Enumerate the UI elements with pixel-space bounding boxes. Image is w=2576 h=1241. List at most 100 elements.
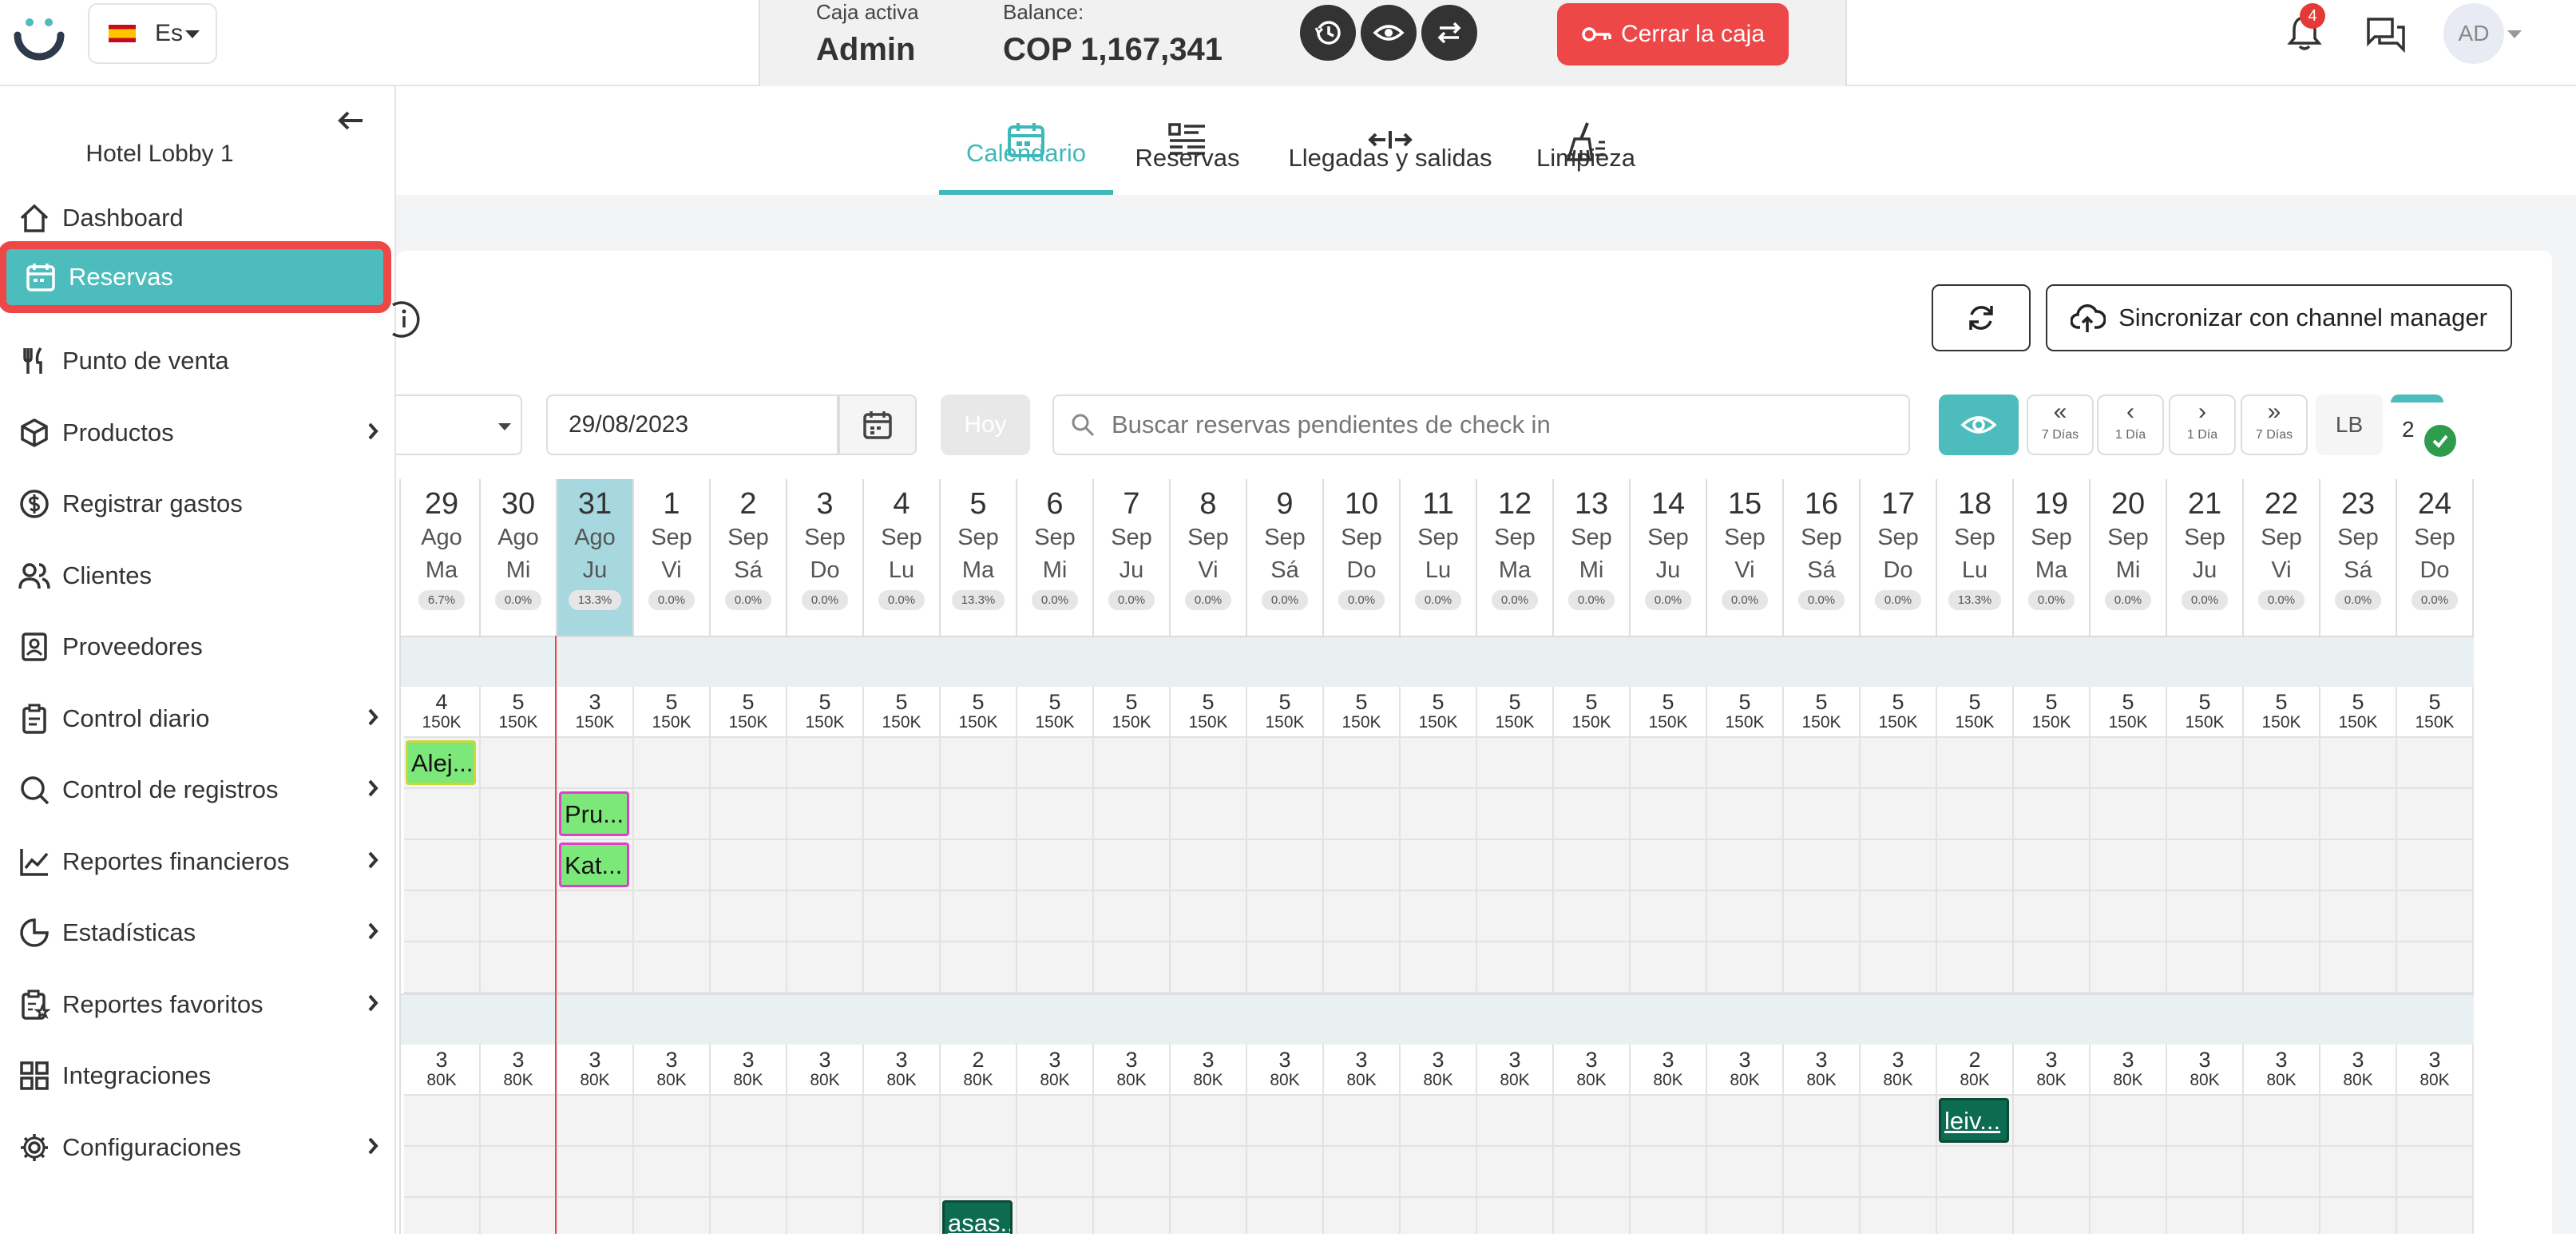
- room-day-cell[interactable]: [2244, 738, 2320, 789]
- room-day-cell[interactable]: [787, 1198, 864, 1234]
- tab-limpieza[interactable]: Limpieza: [1522, 102, 1650, 195]
- room-day-cell[interactable]: [2244, 1198, 2320, 1234]
- room-day-cell[interactable]: [2167, 1198, 2244, 1234]
- room-day-cell[interactable]: [634, 891, 711, 942]
- view-button[interactable]: [1361, 5, 1417, 61]
- room-day-cell[interactable]: [1784, 738, 1861, 789]
- room-day-cell[interactable]: [2167, 942, 2244, 993]
- day-header[interactable]: 3 Sep Do 0.0%: [787, 479, 864, 636]
- day-header[interactable]: 6 Sep Mi 0.0%: [1017, 479, 1094, 636]
- room-day-cell[interactable]: [1401, 789, 1477, 840]
- tab-calendario[interactable]: Calendario: [939, 102, 1113, 195]
- room-day-cell[interactable]: [864, 1147, 941, 1198]
- room-day-cell[interactable]: [1937, 1198, 2014, 1234]
- room-day-cell[interactable]: [2091, 1198, 2167, 1234]
- room-type-select[interactable]: [396, 395, 522, 455]
- room-day-cell[interactable]: [1324, 1096, 1401, 1147]
- room-day-cell[interactable]: [787, 840, 864, 891]
- room-day-cell[interactable]: [1631, 738, 1707, 789]
- room-day-cell[interactable]: [1477, 1147, 1554, 1198]
- room-day-cell[interactable]: [1017, 840, 1094, 891]
- room-day-cell[interactable]: [1094, 789, 1171, 840]
- room-day-cell[interactable]: [1861, 942, 1937, 993]
- room-day-cell[interactable]: [481, 1096, 557, 1147]
- room-day-cell[interactable]: [481, 942, 557, 993]
- room-day-cell[interactable]: [481, 1147, 557, 1198]
- tab-reservas[interactable]: Reservas: [1115, 102, 1260, 195]
- room-day-cell[interactable]: [1324, 840, 1401, 891]
- room-day-cell[interactable]: [1477, 738, 1554, 789]
- room-day-cell[interactable]: [2091, 942, 2167, 993]
- room-day-cell[interactable]: [1017, 1147, 1094, 1198]
- day-header[interactable]: 19 Sep Ma 0.0%: [2014, 479, 2091, 636]
- room-day-cell[interactable]: [2091, 891, 2167, 942]
- room-day-cell[interactable]: [634, 738, 711, 789]
- back-1-day-button[interactable]: ‹ 1 Día: [2097, 395, 2164, 455]
- room-day-cell[interactable]: [1247, 1147, 1324, 1198]
- room-day-cell[interactable]: [2167, 738, 2244, 789]
- room-day-cell[interactable]: [941, 1096, 1017, 1147]
- room-day-cell[interactable]: [1861, 1147, 1937, 1198]
- room-day-cell[interactable]: [2320, 789, 2397, 840]
- room-day-cell[interactable]: [1401, 1147, 1477, 1198]
- room-day-cell[interactable]: [864, 789, 941, 840]
- room-day-cell[interactable]: [1707, 1198, 1784, 1234]
- room-day-cell[interactable]: [2397, 840, 2474, 891]
- room-day-cell[interactable]: [1401, 942, 1477, 993]
- room-day-cell[interactable]: [1094, 1147, 1171, 1198]
- day-header[interactable]: 21 Sep Ju 0.0%: [2167, 479, 2244, 636]
- day-header[interactable]: 30 Ago Mi 0.0%: [481, 479, 557, 636]
- room-day-cell[interactable]: [2320, 1096, 2397, 1147]
- room-day-cell[interactable]: [1707, 738, 1784, 789]
- room-day-cell[interactable]: [1401, 1096, 1477, 1147]
- room-day-cell[interactable]: [941, 1147, 1017, 1198]
- room-day-cell[interactable]: [1171, 942, 1247, 993]
- chevron-down-icon[interactable]: [2507, 30, 2522, 38]
- room-day-cell[interactable]: [1094, 1096, 1171, 1147]
- day-header[interactable]: 4 Sep Lu 0.0%: [864, 479, 941, 636]
- room-day-cell[interactable]: [2014, 1198, 2091, 1234]
- room-day-cell[interactable]: [941, 942, 1017, 993]
- room-day-cell[interactable]: [1784, 789, 1861, 840]
- room-day-cell[interactable]: [404, 840, 481, 891]
- sidebar-item-reportes-financieros[interactable]: Reportes financieros: [0, 829, 396, 894]
- day-header[interactable]: 2 Sep Sá 0.0%: [711, 479, 787, 636]
- room-day-cell[interactable]: [1784, 1147, 1861, 1198]
- room-day-cell[interactable]: [481, 738, 557, 789]
- room-day-cell[interactable]: [1631, 840, 1707, 891]
- day-header[interactable]: 7 Sep Ju 0.0%: [1094, 479, 1171, 636]
- room-day-cell[interactable]: [404, 891, 481, 942]
- room-day-cell[interactable]: [2397, 1096, 2474, 1147]
- room-day-cell[interactable]: [1401, 1198, 1477, 1234]
- room-day-cell[interactable]: [1554, 1198, 1631, 1234]
- reservation-block[interactable]: leiv...: [1939, 1098, 2009, 1143]
- room-day-cell[interactable]: [1094, 942, 1171, 993]
- room-day-cell[interactable]: [711, 942, 787, 993]
- room-day-cell[interactable]: [1784, 1096, 1861, 1147]
- reservation-block[interactable]: Pru...: [559, 791, 629, 836]
- room-day-cell[interactable]: [2320, 840, 2397, 891]
- room-day-cell[interactable]: [1401, 738, 1477, 789]
- room-day-cell[interactable]: [481, 789, 557, 840]
- reservation-block[interactable]: Kat...: [559, 843, 629, 887]
- room-day-cell[interactable]: [481, 891, 557, 942]
- room-day-cell[interactable]: [634, 942, 711, 993]
- room-day-cell[interactable]: [2320, 738, 2397, 789]
- room-day-cell[interactable]: [1707, 789, 1784, 840]
- toggle-view-button[interactable]: [1939, 395, 2019, 455]
- room-day-cell[interactable]: [1784, 1198, 1861, 1234]
- day-header[interactable]: 13 Sep Mi 0.0%: [1554, 479, 1631, 636]
- room-day-cell[interactable]: [787, 1147, 864, 1198]
- room-day-cell[interactable]: [1861, 891, 1937, 942]
- room-day-cell[interactable]: [2167, 840, 2244, 891]
- room-day-cell[interactable]: [1247, 891, 1324, 942]
- sync-channel-manager-button[interactable]: Sincronizar con channel manager: [2046, 284, 2512, 351]
- room-day-cell[interactable]: [711, 1198, 787, 1234]
- room-day-cell[interactable]: [1477, 891, 1554, 942]
- room-day-cell[interactable]: [1784, 891, 1861, 942]
- room-day-cell[interactable]: [2014, 1096, 2091, 1147]
- room-day-cell[interactable]: [2244, 942, 2320, 993]
- room-day-cell[interactable]: [1477, 942, 1554, 993]
- room-day-cell[interactable]: [787, 942, 864, 993]
- sidebar-item-registrar-gastos[interactable]: Registrar gastos: [0, 471, 396, 537]
